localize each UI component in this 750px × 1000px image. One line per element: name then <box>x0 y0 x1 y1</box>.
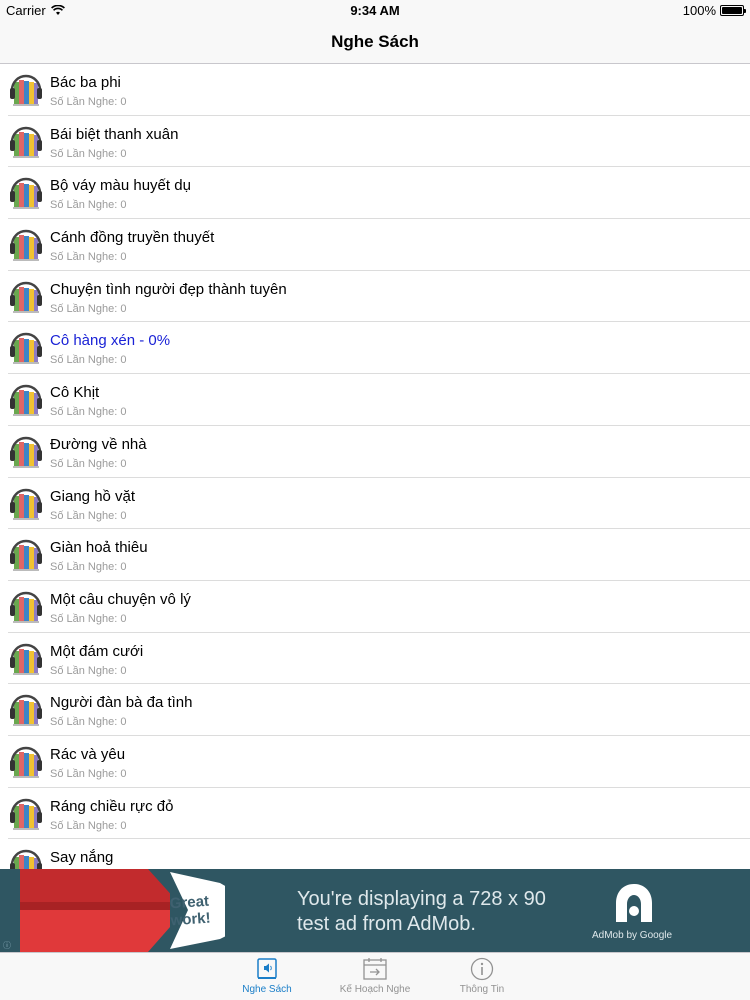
tab-label: Thông Tin <box>459 984 505 995</box>
listen-count: Số Lần Nghe: 0 <box>50 96 127 108</box>
list-item[interactable]: Giang hồ vặt Số Lần Nghe: 0 <box>8 478 750 530</box>
battery-label: 100% <box>682 3 716 18</box>
listen-count: Số Lần Nghe: 0 <box>50 457 127 470</box>
list-item[interactable]: Đường về nhà Số Lần Nghe: 0 <box>8 426 750 478</box>
listen-count: Số Lần Nghe: 0 <box>50 302 127 315</box>
listen-count: Số Lần Nghe: 0 <box>50 767 127 780</box>
ad-text-line1: You're displaying a 728 x 90 <box>297 888 546 910</box>
audiobook-icon <box>10 796 42 832</box>
book-title: Bái biệt thanh xuân <box>50 125 179 143</box>
ad-badge-line2: work! <box>170 909 212 930</box>
status-time: 9:34 AM <box>350 3 400 18</box>
list-item[interactable]: Cô Khịt Số Lần Nghe: 0 <box>8 374 750 426</box>
audiobook-icon <box>10 279 42 315</box>
book-title: Ráng chiều rực đỏ <box>50 797 174 815</box>
list-item[interactable]: Say nắngSố Lần Nghe: 0 <box>8 839 750 869</box>
audiobook-icon <box>10 227 42 263</box>
listen-count: Số Lần Nghe: 0 <box>50 147 127 160</box>
tab-bar: Nghe Sách Kế Hoạch Nghe Thông Tin <box>0 952 750 1000</box>
audiobook-icon <box>10 72 42 108</box>
tab-ke-hoach-nghe[interactable]: Kế Hoạch Nghe <box>330 955 420 999</box>
ad-by-label: AdMob by Google <box>592 930 673 941</box>
list-item[interactable]: Bác ba phi Số Lần Nghe: 0 <box>8 64 750 116</box>
listen-count: Số Lần Nghe: 0 <box>50 716 127 729</box>
book-title: Một câu chuyện vô lý <box>50 590 191 608</box>
list-item[interactable]: Ráng chiều rực đỏ Số Lần Nghe: 0 <box>8 788 750 840</box>
audiobook-icon <box>10 382 42 418</box>
listen-count: Số Lần Nghe: 0 <box>50 509 127 522</box>
ad-banner[interactable]: Great work! You're displaying a 728 x 90… <box>0 869 750 952</box>
book-title: Cô hàng xén - 0% <box>50 332 171 350</box>
listen-count: Số Lần Nghe: 0 <box>50 354 127 367</box>
listen-count: Số Lần Nghe: 0 <box>50 251 127 264</box>
info-icon <box>470 957 494 981</box>
audiobook-icon <box>10 589 42 625</box>
navigation-bar: Nghe Sách <box>0 20 750 64</box>
book-title: Người đàn bà đa tình <box>50 694 193 712</box>
book-audio-icon <box>257 958 277 979</box>
book-title: Giang hồ vặt <box>50 487 136 505</box>
book-list[interactable]: Bác ba phi Số Lần Nghe: 0 Bái biệt thanh … <box>0 64 750 869</box>
list-item[interactable]: Chuyện tình người đẹp thành tuyên Số Lần … <box>8 271 750 323</box>
book-title: Cô Khịt <box>50 384 100 402</box>
book-title: Say nắng <box>50 849 114 867</box>
audiobook-icon <box>10 434 42 470</box>
list-item[interactable]: Một đám cưới Số Lần Nghe: 0 <box>8 633 750 685</box>
audiobook-icon <box>10 175 42 211</box>
book-title: Bộ váy màu huyết dụ <box>50 177 191 195</box>
audiobook-icon <box>10 847 42 869</box>
status-bar: Carrier 9:34 AM 100% <box>0 0 750 20</box>
listen-count: Số Lần Nghe: 0 <box>50 406 127 419</box>
list-item[interactable]: Người đàn bà đa tình Số Lần Nghe: 0 <box>8 684 750 736</box>
list-item[interactable]: Bái biệt thanh xuân Số Lần Nghe: 0 <box>8 116 750 168</box>
audiobook-icon <box>10 692 42 728</box>
admob-logo-icon <box>616 884 652 922</box>
ad-badge-text: Great work! <box>169 893 211 930</box>
list-item[interactable]: Giàn hoả thiêu Số Lần Nghe: 0 <box>8 529 750 581</box>
listen-count: Số Lần Nghe: 0 <box>50 819 127 832</box>
book-title: Một đám cưới <box>50 642 144 660</box>
audiobook-icon <box>10 124 42 160</box>
book-title: Giàn hoả thiêu <box>50 539 148 557</box>
list-item[interactable]: Bộ váy màu huyết dụ Số Lần Nghe: 0 <box>8 167 750 220</box>
tab-nghe-sach[interactable]: Nghe Sách <box>222 955 312 999</box>
listen-count: Số Lần Nghe: 0 <box>50 561 127 574</box>
audiobook-icon <box>10 744 42 780</box>
page-title: Nghe Sách <box>331 32 419 51</box>
list-item[interactable]: Cánh đồng truyền thuyết Số Lần Nghe: 0 <box>8 219 750 271</box>
book-title: Chuyện tình người đẹp thành tuyên <box>50 280 287 298</box>
audiobook-icon <box>10 641 42 677</box>
book-title: Rác và yêu <box>50 745 126 763</box>
audiobook-icon <box>10 486 42 522</box>
listen-count: Số Lần Nghe: 0 <box>50 612 127 625</box>
ad-text-line2: test ad from AdMob. <box>297 913 476 935</box>
listen-count: Số Lần Nghe: 0 <box>50 199 127 212</box>
ad-text: You're displaying a 728 x 90 test ad fro… <box>297 887 546 937</box>
audiobook-icon <box>10 330 42 366</box>
book-title: Đường về nhà <box>50 435 147 453</box>
list-item[interactable]: Cô hàng xén - 0% Số Lần Nghe: 0 <box>8 322 750 375</box>
ad-info-icon[interactable]: ⓘ <box>3 940 11 951</box>
tab-label: Nghe Sách <box>242 984 292 995</box>
listen-count: Số Lần Nghe: 0 <box>50 664 127 677</box>
book-title: Cánh đồng truyền thuyết <box>50 229 215 247</box>
status-right: 100% <box>682 3 746 18</box>
book-title: Bác ba phi <box>50 74 121 91</box>
tab-thong-tin[interactable]: Thông Tin <box>437 955 527 999</box>
calendar-icon <box>363 958 387 980</box>
tab-label: Kế Hoạch Nghe <box>339 984 411 995</box>
list-item[interactable]: Một câu chuyện vô lý Số Lần Nghe: 0 <box>8 581 750 633</box>
list-item[interactable]: Rác và yêu Số Lần Nghe: 0 <box>8 736 750 788</box>
audiobook-icon <box>10 537 42 573</box>
battery-icon <box>720 5 746 16</box>
